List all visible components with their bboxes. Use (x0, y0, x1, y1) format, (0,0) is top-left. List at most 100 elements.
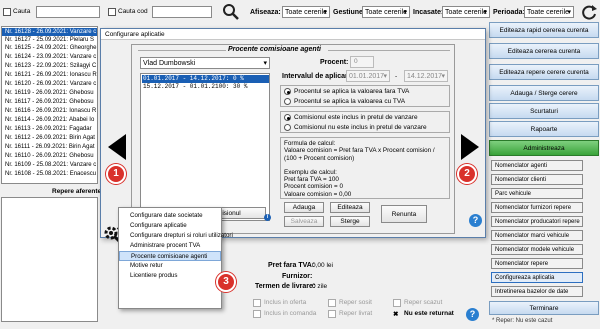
menu-item-licentiere[interactable]: Licentiere produs (119, 271, 221, 281)
dialog-help-icon[interactable]: ? (469, 214, 482, 227)
list-item[interactable]: Nr. 16119 - 26.09.2021: Ghebosu (5, 89, 94, 97)
interval-label: Intervalul de aplicare: (282, 73, 354, 80)
inclus-oferta-checkbox[interactable] (253, 299, 261, 307)
list-item[interactable]: Nr. 16125 - 24.09.2021: Gheorghe (5, 44, 96, 52)
help-icon[interactable]: ? (466, 308, 479, 321)
step-badge-2: 2 (457, 164, 477, 184)
list-item[interactable]: Nr. 16114 - 26.09.2021: Ababei Io (5, 116, 94, 124)
arrow-right-icon[interactable] (461, 134, 479, 160)
orders-list[interactable]: Nr. 16128 - 26.09.2021: Vanzare c Nr. 16… (1, 26, 98, 184)
afiseaza-select[interactable]: Toate cererile (282, 6, 330, 18)
inclus-oferta-label: Inclus in oferta (264, 299, 307, 306)
list-item[interactable]: Nr. 16121 - 26.09.2021: Ionascu R (5, 71, 97, 79)
pret-value: 0,00 lei (312, 262, 333, 269)
cauta-cod-input[interactable] (152, 6, 212, 18)
list-item[interactable]: Nr. 16124 - 23.09.2021: Vanzare c (5, 53, 96, 61)
edit-repere-button[interactable]: Editeaza repere cerere curenta (489, 64, 599, 80)
salveaza-button[interactable]: Salveaza (284, 216, 324, 227)
formula-line: Procent comision = 0 (284, 183, 343, 191)
renunta-button[interactable]: Renunta (381, 205, 427, 223)
returnat-mark-icon: ✖ (393, 311, 399, 318)
nomenclator-furnizori-button[interactable]: Nomenclator furnizori repere (491, 202, 583, 213)
termen-value: 0 zile (312, 283, 328, 290)
step-badge-3: 3 (216, 272, 236, 292)
refresh-icon[interactable] (580, 3, 598, 21)
repere-list[interactable] (1, 197, 98, 322)
radio-fara-tva[interactable] (284, 88, 291, 95)
menu-item-configurare-aplicatie[interactable]: Configurare aplicatie (119, 221, 221, 231)
list-item[interactable]: Nr. 16108 - 25.08.2021: Enacescu (5, 170, 96, 178)
section-title: Procente comisioane agenti (228, 46, 321, 53)
nomenclator-repere-button[interactable]: Nomenclator repere (491, 258, 583, 269)
nomenclator-modele-button[interactable]: Nomenclator modele vehicule (491, 244, 583, 255)
terminare-button[interactable]: Terminare (489, 301, 599, 315)
list-item[interactable]: Nr. 16111 - 26.09.2021: Birin Agat (5, 143, 95, 151)
scurtaturi-button[interactable]: Scurtaturi (489, 103, 599, 119)
nomenclator-clienti-button[interactable]: Nomenclator clienti (491, 174, 583, 185)
nomenclator-marci-button[interactable]: Nomenclator marci vehicule (491, 230, 583, 241)
editeaza-button[interactable]: Editeaza (330, 202, 370, 213)
list-item[interactable]: Nr. 16120 - 26.09.2021: Vanzare c (5, 80, 96, 88)
administreaza-button[interactable]: Administreaza (489, 140, 599, 156)
date-sep: - (395, 73, 398, 80)
section-rule-right (328, 50, 450, 51)
procent-label: Procent: (320, 59, 349, 66)
list-item[interactable]: Nr. 16113 - 26.09.2021: Fagadar (5, 125, 92, 133)
list-item[interactable]: Nr. 16109 - 25.08.2021: Vanzare c (5, 161, 96, 169)
adauga-sterge-button[interactable]: Adauga / Sterge cerere (489, 85, 599, 101)
list-item[interactable]: Nr. 16116 - 26.09.2021: Ionascu R (5, 107, 96, 115)
search-icon[interactable] (222, 3, 240, 21)
menu-item-date-societate[interactable]: Configurare date societate (119, 211, 221, 221)
inclus-comanda-checkbox[interactable] (253, 310, 261, 318)
incasate-select[interactable]: Toate cererile (442, 6, 490, 18)
list-item[interactable]: Nr. 16112 - 26.09.2021: Birin Agat (5, 134, 95, 142)
list-item[interactable]: Nr. 16117 - 26.09.2021: Ghebosu (5, 98, 94, 106)
menu-item-motive-retur[interactable]: Motive retur (119, 261, 221, 271)
commission-list[interactable]: 01.01.2017 - 14.12.2017: 0 % 15.12.2017 … (140, 73, 270, 221)
reper-scazut-checkbox[interactable] (393, 299, 401, 307)
sterge-button[interactable]: Sterge (330, 216, 370, 227)
agent-select[interactable]: Vlad Dumbowski (140, 57, 270, 69)
cauta-cod-checkbox[interactable] (108, 8, 116, 16)
rapoarte-button[interactable]: Rapoarte (489, 121, 599, 137)
menu-item-procente-comisioane[interactable]: Procente comisioane agenti (119, 251, 221, 261)
parc-vehicule-button[interactable]: Parc vehicule (491, 188, 583, 199)
formula-box: Formula de calcul: Valoare comision = Pr… (280, 137, 450, 199)
list-item[interactable]: Nr. 16128 - 26.09.2021: Vanzare c (5, 28, 96, 36)
radio-neinclus[interactable] (284, 124, 291, 131)
info-icon[interactable]: i (264, 214, 271, 221)
list-item[interactable]: Nr. 16123 - 22.09.2021: Szilagyi C (5, 62, 96, 70)
configureaza-aplicatia-button[interactable]: Configureaza aplicatia (491, 272, 583, 283)
menu-item-procent-tva[interactable]: Administrare procent TVA (119, 241, 221, 251)
list-item[interactable]: 15.12.2017 - 01.01.2100: 30 % (143, 83, 247, 91)
date-to-input[interactable]: 14.12.2017 (404, 70, 448, 82)
edit-rapid-button[interactable]: Editeaza rapid cererea curenta (489, 22, 599, 38)
nomenclator-producatori-button[interactable]: Nomenclator producatori repere (491, 216, 583, 227)
arrow-left-icon[interactable] (108, 134, 126, 160)
intretinere-baze-button[interactable]: Intretinerea bazelor de date (491, 286, 583, 297)
cauta-input[interactable] (36, 6, 100, 18)
dialog-title: Configurare aplicatie (101, 29, 485, 40)
radio-cu-tva[interactable] (284, 98, 291, 105)
perioada-label: Perioada: (493, 9, 525, 16)
list-item[interactable]: Nr. 16110 - 26.09.2021: Ghebosu (5, 152, 94, 160)
list-item[interactable]: Nr. 16127 - 25.09.2021: Pielaru S (5, 36, 94, 44)
pret-label: Pret fara TVA: (268, 262, 315, 269)
termen-label: Termen de livrare: (255, 283, 316, 290)
cauta-checkbox[interactable] (3, 8, 11, 16)
nomenclator-agenti-button[interactable]: Nomenclator agenti (491, 160, 583, 171)
radio-inclus[interactable] (284, 114, 291, 121)
adauga-button[interactable]: Adauga (284, 202, 324, 213)
perioada-select[interactable]: Toate cererile (524, 6, 574, 18)
list-item[interactable]: 01.01.2017 - 14.12.2017: 0 % (143, 75, 244, 83)
gestiune-select[interactable]: Toate cererile (362, 6, 410, 18)
reper-sosit-checkbox[interactable] (328, 299, 336, 307)
procent-input[interactable]: 0 (350, 56, 374, 68)
reper-livrat-checkbox[interactable] (328, 310, 336, 318)
reper-livrat-label: Reper livrat (339, 310, 373, 317)
radio-inclus-label: Comisionul este inclus in pretul de vanz… (294, 114, 418, 121)
date-from-input[interactable]: 01.01.2017 (346, 70, 390, 82)
menu-item-drepturi[interactable]: Configurare drepturi si roluri utilizato… (119, 231, 233, 241)
formula-line: Pret fara TVA = 100 (284, 176, 339, 184)
edit-cerere-button[interactable]: Editeaza cererea curenta (489, 43, 599, 59)
